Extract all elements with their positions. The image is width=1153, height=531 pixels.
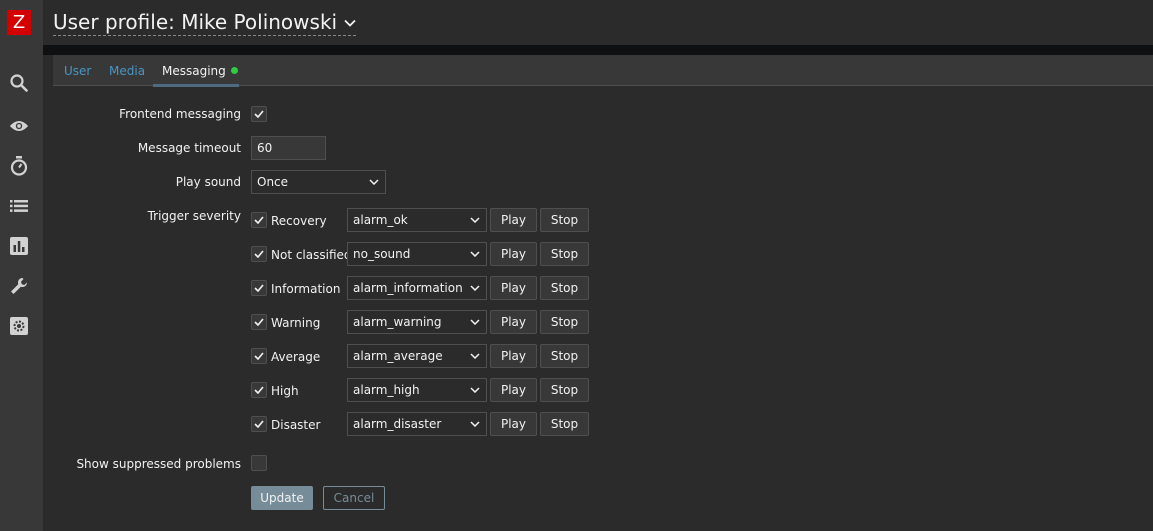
severity-checkbox[interactable] [251, 382, 267, 398]
message-timeout-input[interactable]: 60 [251, 136, 326, 160]
chevron-down-icon [470, 387, 480, 393]
trigger-severity-label: Trigger severity [147, 209, 241, 223]
chevron-down-icon [470, 421, 480, 427]
severity-sound-select[interactable]: alarm_disaster [347, 412, 487, 436]
checkmark-icon [254, 250, 264, 258]
severity-name: Not classified [271, 248, 352, 262]
stop-button[interactable]: Stop [540, 208, 589, 232]
severity-sound-value: alarm_average [353, 349, 443, 363]
play-sound-label: Play sound [175, 175, 241, 189]
severity-checkbox[interactable] [251, 416, 267, 432]
checkmark-icon [254, 352, 264, 360]
message-timeout-label: Message timeout [137, 141, 241, 155]
header-divider [43, 45, 1153, 55]
active-tab-indicator [153, 84, 239, 87]
page-title[interactable]: User profile: Mike Polinowski [53, 10, 357, 36]
severity-name: Information [271, 282, 341, 296]
checkmark-icon [254, 216, 264, 224]
stop-button[interactable]: Stop [540, 344, 589, 368]
stopwatch-icon[interactable] [9, 156, 29, 176]
severity-sound-select[interactable]: alarm_high [347, 378, 487, 402]
severity-sound-value: no_sound [353, 247, 411, 261]
stop-button[interactable]: Stop [540, 378, 589, 402]
frontend-messaging-label: Frontend messaging [119, 107, 241, 121]
severity-checkbox[interactable] [251, 280, 267, 296]
eye-icon[interactable] [9, 116, 29, 136]
update-button[interactable]: Update [251, 486, 313, 510]
play-sound-value: Once [257, 175, 289, 189]
tab-user[interactable]: User [64, 64, 91, 78]
main-panel: User Media Messaging Frontend messaging … [53, 55, 1153, 525]
stop-button[interactable]: Stop [540, 242, 589, 266]
chevron-down-icon [470, 251, 480, 257]
checkmark-icon [254, 318, 264, 326]
zabbix-logo[interactable]: Z [7, 10, 31, 35]
chevron-down-icon [470, 353, 480, 359]
severity-sound-value: alarm_information [353, 281, 463, 295]
chevron-down-icon [470, 217, 480, 223]
severity-checkbox[interactable] [251, 348, 267, 364]
wrench-icon[interactable] [9, 276, 29, 296]
status-dot-icon [230, 67, 238, 74]
chevron-down-icon [470, 285, 480, 291]
severity-sound-select[interactable]: alarm_warning [347, 310, 487, 334]
play-button[interactable]: Play [490, 310, 537, 334]
chevron-down-icon [344, 19, 356, 27]
severity-sound-value: alarm_ok [353, 213, 408, 227]
severity-name: High [271, 384, 299, 398]
gear-icon[interactable] [9, 316, 29, 336]
checkmark-icon [254, 284, 264, 292]
chevron-down-icon [470, 319, 480, 325]
play-button[interactable]: Play [490, 344, 537, 368]
search-icon[interactable] [9, 73, 29, 93]
checkmark-icon [254, 420, 264, 428]
tab-media[interactable]: Media [109, 64, 145, 78]
page-title-text: User profile: Mike Polinowski [53, 10, 338, 34]
tab-bar: User Media Messaging [53, 55, 1153, 87]
checkmark-icon [254, 110, 264, 118]
severity-name: Disaster [271, 418, 321, 432]
tab-messaging-label: Messaging [162, 64, 226, 78]
severity-sound-value: alarm_high [353, 383, 420, 397]
play-button[interactable]: Play [490, 276, 537, 300]
severity-name: Average [271, 350, 321, 364]
play-button[interactable]: Play [490, 412, 537, 436]
play-button[interactable]: Play [490, 242, 537, 266]
play-sound-select[interactable]: Once [251, 170, 386, 194]
frontend-messaging-checkbox[interactable] [251, 106, 267, 122]
checkmark-icon [254, 386, 264, 394]
stop-button[interactable]: Stop [540, 310, 589, 334]
severity-name: Recovery [271, 214, 327, 228]
bar-chart-icon[interactable] [9, 236, 29, 256]
severity-checkbox[interactable] [251, 246, 267, 262]
tab-messaging[interactable]: Messaging [162, 64, 238, 78]
chevron-down-icon [369, 179, 379, 185]
page-header: User profile: Mike Polinowski [43, 0, 1153, 45]
show-suppressed-checkbox[interactable] [251, 455, 267, 471]
severity-sound-select[interactable]: alarm_information [347, 276, 487, 300]
severity-sound-select[interactable]: alarm_average [347, 344, 487, 368]
list-icon[interactable] [9, 196, 29, 216]
severity-sound-select[interactable]: no_sound [347, 242, 487, 266]
play-button[interactable]: Play [490, 378, 537, 402]
severity-name: Warning [271, 316, 321, 330]
severity-checkbox[interactable] [251, 314, 267, 330]
stop-button[interactable]: Stop [540, 412, 589, 436]
play-button[interactable]: Play [490, 208, 537, 232]
severity-checkbox[interactable] [251, 212, 267, 228]
cancel-button[interactable]: Cancel [323, 486, 385, 510]
severity-sound-select[interactable]: alarm_ok [347, 208, 487, 232]
severity-sound-value: alarm_disaster [353, 417, 442, 431]
sidebar: Z [0, 0, 43, 531]
severity-sound-value: alarm_warning [353, 315, 442, 329]
show-suppressed-label: Show suppressed problems [76, 457, 241, 471]
stop-button[interactable]: Stop [540, 276, 589, 300]
